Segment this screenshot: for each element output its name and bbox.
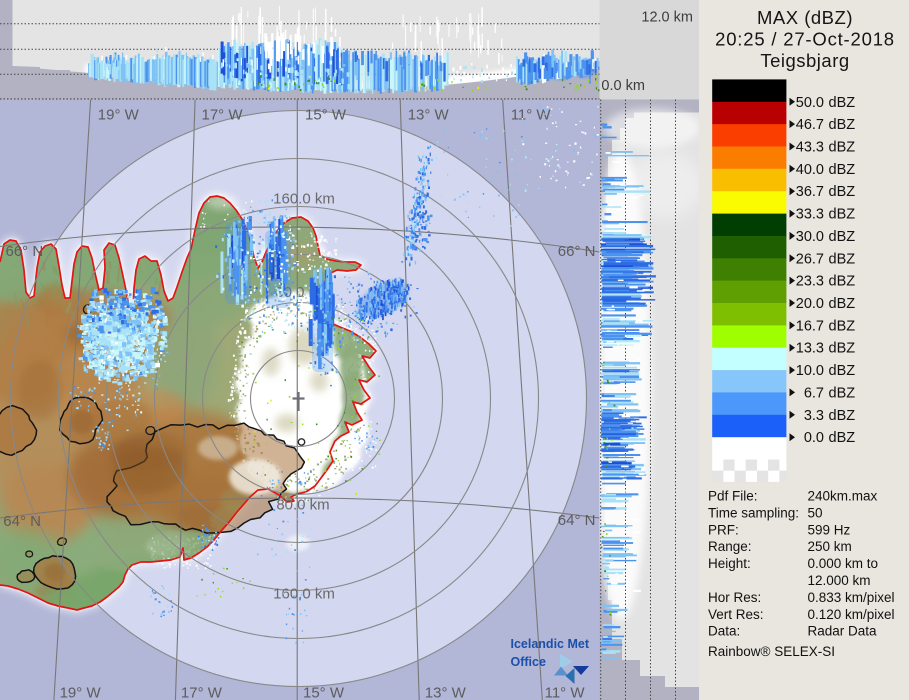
svg-text:Icelandic Met: Icelandic Met [511,637,590,651]
svg-text:160.0 km: 160.0 km [273,586,335,603]
svg-text:13° W: 13° W [408,107,450,124]
svg-text:12.0 km: 12.0 km [641,10,693,26]
svg-text:11° W: 11° W [511,107,552,124]
svg-text:11° W: 11° W [545,685,586,700]
svg-text:15° W: 15° W [303,685,345,700]
svg-text:66° N: 66° N [558,243,596,260]
svg-text:64° N: 64° N [558,512,596,529]
svg-text:15° W: 15° W [305,107,347,124]
svg-text:17° W: 17° W [202,107,244,124]
svg-text:19° W: 19° W [60,685,102,700]
svg-text:64° N: 64° N [3,513,41,530]
svg-text:13° W: 13° W [425,685,467,700]
svg-text:0.0 km: 0.0 km [601,78,645,94]
svg-text:19° W: 19° W [98,107,140,124]
svg-text:66° N: 66° N [6,243,44,260]
svg-text:Office: Office [511,655,546,669]
svg-text:17° W: 17° W [181,685,223,700]
